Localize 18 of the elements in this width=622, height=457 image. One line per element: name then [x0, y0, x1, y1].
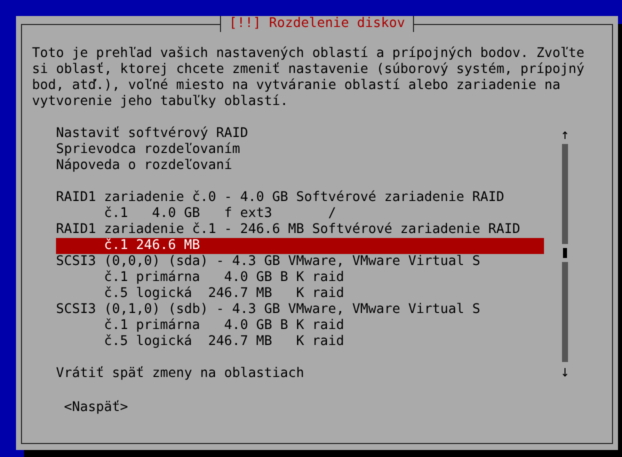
- list-item[interactable]: SCSI3 (0,1,0) (sdb) - 4.3 GB VMware, VMware Virtual S: [56, 302, 544, 318]
- list-item[interactable]: č.5 logická 246.7 MB K raid: [56, 286, 544, 302]
- list-item[interactable]: Nastaviť softvérový RAID: [56, 126, 544, 142]
- list-item[interactable]: č.1 4.0 GB f ext3 /: [56, 206, 544, 222]
- scrollbar[interactable]: [560, 130, 570, 378]
- list-item[interactable]: RAID1 zariadenie č.0 - 4.0 GB Softvérové zariadenie RAID: [56, 190, 544, 206]
- description-text: Toto je prehľad vašich nastavených oblastí a prípojných bodov. Zvoľte si oblasť, ktorej chcete zmeniť nastavenie (súborový systém, prípojný bod, atď.), voľné miesto na vytváranie oblastí alebo zariadenie na vytvorenie jeho tabuľky oblastí.: [32, 46, 586, 110]
- list-item[interactable]: č.1 246.6 MB: [56, 238, 544, 254]
- list-item[interactable]: č.1 primárna 4.0 GB B K raid: [56, 270, 544, 286]
- list-item[interactable]: SCSI3 (0,0,0) (sda) - 4.3 GB VMware, VMware Virtual S: [56, 254, 544, 270]
- list-item[interactable]: Nápoveda o rozdeľovaní: [56, 158, 544, 174]
- list-item[interactable]: Vrátiť späť zmeny na oblastiach: [56, 366, 544, 382]
- list-item[interactable]: č.1 primárna 4.0 GB B K raid: [56, 318, 544, 334]
- dialog-title: [!!] Rozdelenie diskov: [220, 16, 414, 32]
- list-item[interactable]: RAID1 zariadenie č.1 - 246.6 MB Softvérové zariadenie RAID: [56, 222, 544, 238]
- list-item[interactable]: Sprievodca rozdeľovaním: [56, 142, 544, 158]
- back-button[interactable]: <Naspäť>: [64, 400, 128, 416]
- list-item[interactable]: č.5 logická 246.7 MB K raid: [56, 334, 544, 350]
